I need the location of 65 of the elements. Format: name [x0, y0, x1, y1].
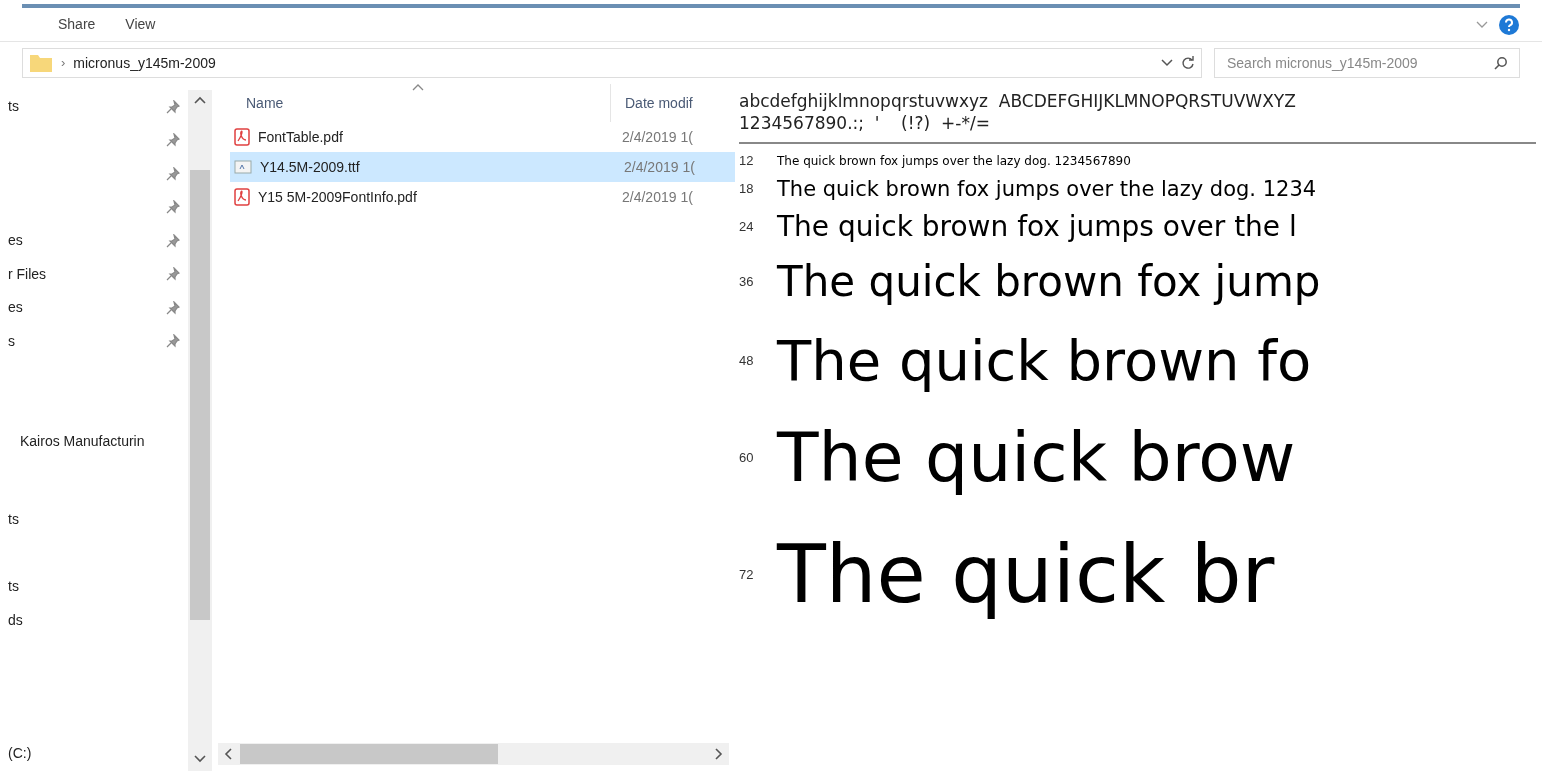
- nav-item[interactable]: s: [0, 330, 15, 352]
- horizontal-scrollbar[interactable]: [218, 743, 729, 765]
- size-label: 18: [739, 180, 755, 199]
- chevron-right-icon[interactable]: [715, 748, 723, 760]
- pin-icon[interactable]: [166, 267, 180, 282]
- nav-item[interactable]: es: [0, 230, 23, 252]
- file-name: FontTable.pdf: [258, 127, 344, 147]
- sample-text: The quick brown fox jumps over the l: [777, 213, 1297, 241]
- nav-item[interactable]: ts: [0, 576, 19, 598]
- sample-text: The quick brown fox jumps over the lazy dog. 1234: [777, 178, 1317, 200]
- chevron-down-icon[interactable]: [1161, 59, 1173, 67]
- file-row[interactable]: Y14.5M-2009.ttf 2/4/2019 1(: [230, 152, 735, 182]
- size-label: 48: [739, 352, 755, 371]
- ribbon-tab[interactable]: Share: [58, 14, 96, 35]
- pin-icon[interactable]: [166, 233, 180, 248]
- size-label: 60: [739, 449, 755, 468]
- nav-item[interactable]: Kairos Manufacturin: [0, 431, 145, 453]
- search-icon[interactable]: [1494, 56, 1508, 70]
- nav-item[interactable]: r Files: [0, 263, 47, 285]
- pin-icon[interactable]: [166, 166, 180, 181]
- file-date: 2/4/2019 1(: [622, 127, 693, 147]
- pdf-file-icon: [234, 128, 250, 146]
- pin-icon[interactable]: [166, 99, 180, 114]
- sample-text: The quick brown fox jump: [777, 261, 1321, 303]
- scrollbar-thumb[interactable]: [240, 744, 498, 764]
- file-date: 2/4/2019 1(: [624, 157, 695, 177]
- file-name: Y14.5M-2009.ttf: [260, 157, 361, 177]
- charset-line: 1234567890.:; ' (!?) +-*/=: [739, 112, 990, 134]
- address-bar[interactable]: › micronus_y145m-2009: [22, 48, 1202, 78]
- scrollbar-thumb[interactable]: [190, 170, 210, 620]
- search-field[interactable]: Search micronus_y145m-2009: [1214, 48, 1520, 78]
- ribbon-tab[interactable]: View: [125, 14, 156, 35]
- folder-icon: [29, 53, 53, 73]
- chevron-up-icon[interactable]: [194, 96, 206, 104]
- file-row[interactable]: Y15 5M-2009FontInfo.pdf 2/4/2019 1(: [230, 182, 735, 212]
- vertical-scrollbar[interactable]: [188, 90, 212, 771]
- address-path[interactable]: micronus_y145m-2009: [73, 52, 216, 74]
- pin-icon[interactable]: [166, 334, 180, 349]
- pin-icon[interactable]: [166, 133, 180, 148]
- pin-icon[interactable]: [166, 200, 180, 215]
- file-name: Y15 5M-2009FontInfo.pdf: [258, 187, 418, 207]
- size-label: 36: [739, 273, 755, 292]
- nav-item[interactable]: (C:): [0, 743, 32, 765]
- font-file-icon: [234, 160, 252, 174]
- size-label: 12: [739, 152, 755, 171]
- breadcrumb-separator: ›: [61, 54, 66, 73]
- column-header[interactable]: Date modif: [625, 92, 693, 114]
- refresh-icon[interactable]: [1181, 56, 1195, 70]
- file-row[interactable]: FontTable.pdf 2/4/2019 1(: [230, 122, 735, 152]
- column-header[interactable]: Name: [246, 92, 284, 114]
- sort-caret-icon[interactable]: [412, 84, 424, 91]
- size-label: 72: [739, 566, 755, 585]
- charset-line: abcdefghijklmnopqrstuvwxyz ABCDEFGHIJKLMNOPQRSTUVWXYZ: [739, 90, 1296, 112]
- pin-icon[interactable]: [166, 300, 180, 315]
- pdf-file-icon: [234, 188, 250, 206]
- nav-item[interactable]: ts: [0, 508, 19, 530]
- nav-item[interactable]: ds: [0, 609, 23, 631]
- chevron-left-icon[interactable]: [224, 748, 232, 760]
- nav-item[interactable]: es: [0, 297, 23, 319]
- file-date: 2/4/2019 1(: [622, 187, 693, 207]
- nav-item[interactable]: ts: [0, 96, 19, 118]
- sample-text: The quick brown fox jumps over the lazy dog. 1234567890: [777, 155, 1131, 167]
- help-icon[interactable]: [1498, 13, 1520, 36]
- size-label: 24: [739, 218, 755, 237]
- chevron-down-icon[interactable]: [194, 755, 206, 763]
